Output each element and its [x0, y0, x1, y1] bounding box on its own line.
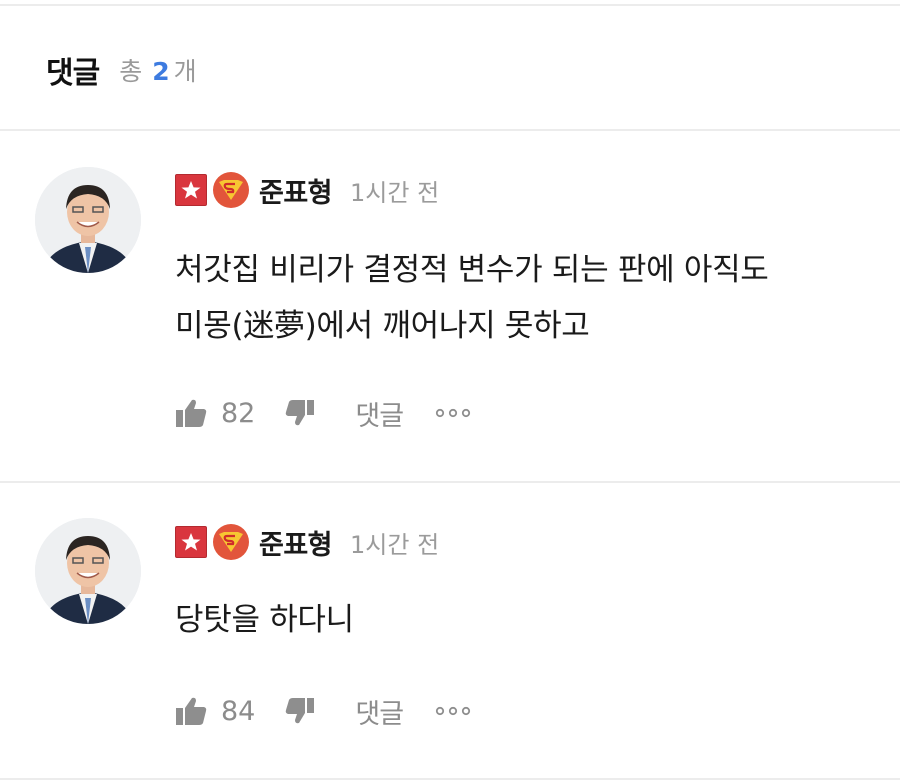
more-button[interactable]	[435, 408, 471, 418]
avatar-image	[35, 167, 141, 273]
superman-badge-icon	[213, 172, 249, 208]
like-count: 82	[221, 397, 256, 429]
like-button[interactable]: 84	[175, 696, 255, 727]
comments-header: 댓글 총 2 개	[46, 48, 197, 92]
comment-body: 처갓집 비리가 결정적 변수가 되는 판에 아직도 미몽(迷夢)에서 깨어나지 …	[175, 252, 769, 344]
comment-time: 1시간 전	[350, 178, 440, 207]
more-button[interactable]	[435, 706, 471, 716]
reply-button[interactable]: 댓글	[355, 692, 404, 731]
like-button[interactable]: 82	[175, 398, 255, 429]
total-suffix: 개	[173, 57, 197, 86]
comment-meta: 준표형 1시간 전	[175, 522, 439, 562]
total-count: 2	[152, 57, 170, 86]
star-badge-icon	[175, 174, 207, 206]
thumbs-down-icon	[286, 698, 315, 724]
more-icon	[435, 408, 471, 418]
total-prefix: 총	[119, 57, 143, 86]
dislike-button[interactable]	[285, 399, 315, 427]
comment-actions: 82 댓글	[175, 393, 471, 433]
comment-meta: 준표형 1시간 전	[175, 170, 439, 210]
like-count: 84	[221, 695, 256, 727]
avatar-image	[35, 518, 141, 624]
comment-body: 당탓을 하다니	[175, 602, 354, 638]
dislike-button[interactable]	[285, 697, 315, 725]
comment-item: 준표형 1시간 전 당탓을 하다니 84 댓글	[0, 483, 900, 780]
comment-author[interactable]: 준표형	[259, 171, 333, 210]
reply-button[interactable]: 댓글	[355, 394, 404, 433]
avatar[interactable]	[35, 518, 141, 624]
comments-total: 총 2 개	[119, 52, 196, 88]
superman-badge-icon	[213, 524, 249, 560]
more-icon	[435, 706, 471, 716]
thumbs-up-icon	[176, 399, 207, 427]
avatar[interactable]	[35, 167, 141, 273]
comment-actions: 84 댓글	[175, 691, 471, 731]
comment-item: 준표형 1시간 전 처갓집 비리가 결정적 변수가 되는 판에 아직도 미몽(迷…	[0, 131, 900, 481]
thumbs-down-icon	[286, 400, 315, 426]
star-badge-icon	[175, 526, 207, 558]
comment-author[interactable]: 준표형	[259, 523, 333, 562]
comment-time: 1시간 전	[350, 530, 440, 559]
comments-title: 댓글	[46, 56, 100, 91]
top-divider	[0, 4, 900, 6]
bottom-divider	[0, 778, 900, 780]
thumbs-up-icon	[176, 697, 207, 725]
